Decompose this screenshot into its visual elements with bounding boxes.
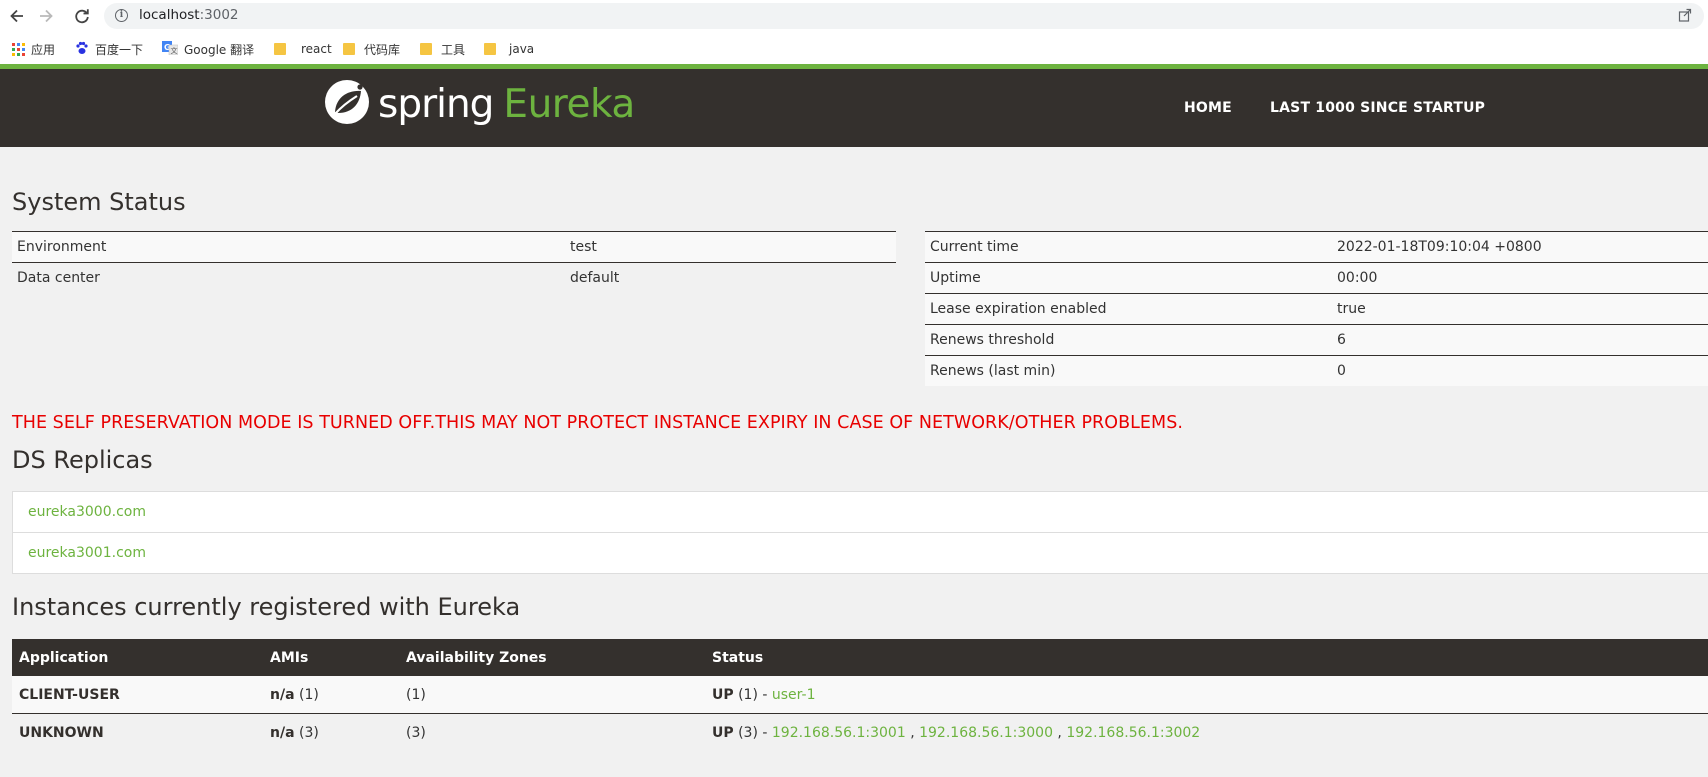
reload-icon[interactable]: [71, 5, 93, 27]
table-row: Data center default: [12, 262, 896, 293]
zones-cell: (3): [399, 713, 705, 751]
bookmark-apps[interactable]: 应用: [12, 40, 55, 58]
status-key: Environment: [12, 231, 565, 263]
bookmark-label: 应用: [31, 42, 56, 57]
apps-grid-icon: [12, 42, 25, 56]
forward-arrow-icon[interactable]: [35, 5, 57, 27]
instance-link[interactable]: user-1: [772, 687, 816, 703]
bookmark-baidu[interactable]: 百度一下: [75, 40, 143, 58]
table-header-row: Application AMIs Availability Zones Stat…: [12, 639, 1708, 676]
bookmark-label: java: [509, 42, 535, 56]
table-row: Uptime 00:00: [925, 262, 1708, 294]
status-value: 2022-01-18T09:10:04 +0800: [1332, 231, 1708, 263]
table-row: Lease expiration enabled true: [925, 293, 1708, 325]
status-key: Uptime: [925, 262, 1332, 294]
instances-title: Instances currently registered with Eure…: [12, 593, 521, 621]
bookmark-label: Google 翻译: [184, 42, 255, 57]
status-key: Renews threshold: [925, 324, 1332, 356]
bookmark-label: 工具: [441, 42, 466, 57]
table-row: CLIENT-USER n/a (1) (1) UP (1) - user-1: [12, 676, 1708, 714]
zones-cell: (1): [399, 676, 705, 714]
system-status-right-table: Current time 2022-01-18T09:10:04 +0800 U…: [925, 231, 1708, 386]
url-text[interactable]: localhost:3002: [139, 7, 239, 23]
status-key: Data center: [12, 262, 565, 293]
amis-cell: n/a (1): [263, 676, 399, 714]
instances-table: Application AMIs Availability Zones Stat…: [12, 639, 1708, 751]
status-key: Lease expiration enabled: [925, 293, 1332, 325]
logo-spring-text: spring: [378, 81, 494, 127]
address-bar[interactable]: i localhost:3002: [104, 3, 1704, 29]
nav-last-1000[interactable]: LAST 1000 SINCE STARTUP: [1270, 100, 1485, 116]
status-value: 0: [1332, 355, 1708, 386]
spring-leaf-icon: [324, 79, 370, 129]
back-arrow-icon[interactable]: [6, 5, 28, 27]
folder-icon: [343, 43, 355, 55]
share-icon[interactable]: [1678, 7, 1692, 22]
column-header: AMIs: [263, 639, 399, 676]
google-translate-icon: G文: [162, 40, 179, 58]
table-row: Renews (last min) 0: [925, 355, 1708, 386]
status-cell: UP (1) - user-1: [705, 676, 1708, 714]
column-header: Availability Zones: [399, 639, 705, 676]
folder-icon: [484, 43, 496, 55]
table-row: Renews threshold 6: [925, 324, 1708, 356]
bookmark-folder-react[interactable]: react: [274, 40, 332, 58]
table-row: Environment test: [12, 231, 896, 263]
table-row: UNKNOWN n/a (3) (3) UP (3) - 192.168.56.…: [12, 713, 1708, 751]
table-row: Current time 2022-01-18T09:10:04 +0800: [925, 231, 1708, 263]
status-value: default: [565, 262, 896, 293]
folder-icon: [274, 43, 286, 55]
replica-link[interactable]: eureka3001.com: [13, 533, 1708, 573]
status-value: 6: [1332, 324, 1708, 356]
instance-link[interactable]: 192.168.56.1:3002: [1066, 725, 1200, 741]
replica-link[interactable]: eureka3000.com: [13, 492, 1708, 533]
status-key: Current time: [925, 231, 1332, 263]
bookmark-folder-java[interactable]: java: [484, 40, 534, 58]
status-value: 00:00: [1332, 262, 1708, 294]
spring-eureka-logo[interactable]: spring Eureka: [324, 79, 635, 129]
logo-eureka-text: Eureka: [503, 81, 635, 127]
site-info-icon[interactable]: i: [115, 9, 128, 22]
status-key: Renews (last min): [925, 355, 1332, 386]
bookmark-label: 代码库: [364, 42, 401, 57]
ds-replicas-title: DS Replicas: [12, 446, 153, 474]
application-name: UNKNOWN: [12, 713, 263, 751]
status-value: true: [1332, 293, 1708, 325]
ds-replicas-list: eureka3000.com eureka3001.com: [12, 491, 1708, 574]
system-status-left-table: Environment test Data center default: [12, 231, 896, 293]
system-status-title: System Status: [12, 188, 186, 216]
bookmarks-bar: 应用 百度一下 G文 Google 翻译 react 代码库 工具 java: [0, 31, 1708, 64]
instance-link[interactable]: 192.168.56.1:3001: [772, 725, 906, 741]
svg-text:文: 文: [171, 46, 178, 55]
folder-icon: [420, 43, 432, 55]
bookmark-label: react: [301, 42, 332, 56]
bookmark-folder-codebase[interactable]: 代码库: [343, 40, 400, 58]
application-name: CLIENT-USER: [12, 676, 263, 714]
bookmark-label: 百度一下: [95, 42, 144, 57]
bookmark-folder-tools[interactable]: 工具: [420, 40, 465, 58]
column-header: Application: [12, 639, 263, 676]
bookmark-google-translate[interactable]: G文 Google 翻译: [162, 40, 254, 58]
nav-home[interactable]: HOME: [1184, 100, 1232, 116]
browser-toolbar: i localhost:3002: [0, 0, 1708, 31]
status-cell: UP (3) - 192.168.56.1:3001 , 192.168.56.…: [705, 713, 1708, 751]
self-preservation-warning: THE SELF PRESERVATION MODE IS TURNED OFF…: [12, 413, 1183, 433]
baidu-paw-icon: [75, 41, 89, 58]
status-value: test: [565, 231, 896, 263]
amis-cell: n/a (3): [263, 713, 399, 751]
eureka-navbar: spring Eureka HOME LAST 1000 SINCE START…: [0, 69, 1708, 147]
instance-link[interactable]: 192.168.56.1:3000: [919, 725, 1053, 741]
column-header: Status: [705, 639, 1708, 676]
